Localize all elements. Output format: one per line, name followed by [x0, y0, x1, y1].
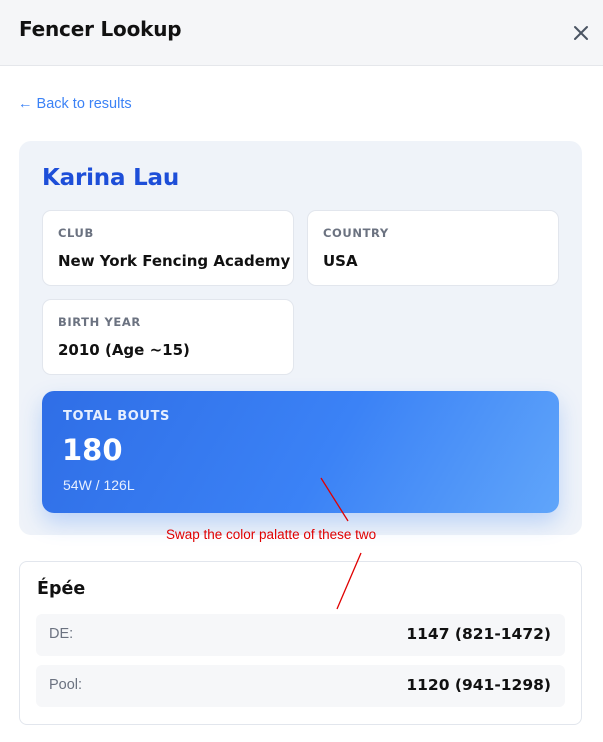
- country-label: COUNTRY: [323, 226, 389, 240]
- country-info-box: COUNTRY USA: [307, 210, 559, 286]
- stat-row-pool: Pool: 1120 (941-1298): [36, 665, 565, 707]
- stat-row-de: DE: 1147 (821-1472): [36, 614, 565, 656]
- back-to-results-link[interactable]: ← Back to results: [18, 96, 132, 112]
- pool-rating: 1120 (941-1298): [406, 676, 551, 694]
- total-bouts-label: TOTAL BOUTS: [63, 409, 170, 424]
- de-label: DE:: [49, 626, 74, 642]
- total-bouts-value: 180: [62, 433, 123, 467]
- close-button[interactable]: [570, 22, 592, 44]
- total-bouts-card: TOTAL BOUTS 180 54W / 126L: [42, 391, 559, 513]
- birth-year-label: BIRTH YEAR: [58, 315, 141, 329]
- birth-year-info-box: BIRTH YEAR 2010 (Age ~15): [42, 299, 294, 375]
- modal-header: Fencer Lookup: [0, 0, 603, 66]
- birth-year-value: 2010 (Age ~15): [58, 341, 190, 359]
- pool-label: Pool:: [49, 677, 83, 693]
- annotation-note: Swap the color palatte of these two: [166, 527, 377, 542]
- close-icon: [574, 26, 588, 40]
- club-label: CLUB: [58, 226, 94, 240]
- page-title: Fencer Lookup: [19, 17, 182, 41]
- club-value: New York Fencing Academy: [58, 252, 291, 270]
- club-info-box: CLUB New York Fencing Academy: [42, 210, 294, 286]
- fencer-name: Karina Lau: [42, 165, 180, 191]
- weapon-title: Épée: [37, 579, 86, 599]
- country-value: USA: [323, 252, 358, 270]
- de-rating: 1147 (821-1472): [406, 625, 551, 643]
- win-loss-record: 54W / 126L: [63, 477, 135, 493]
